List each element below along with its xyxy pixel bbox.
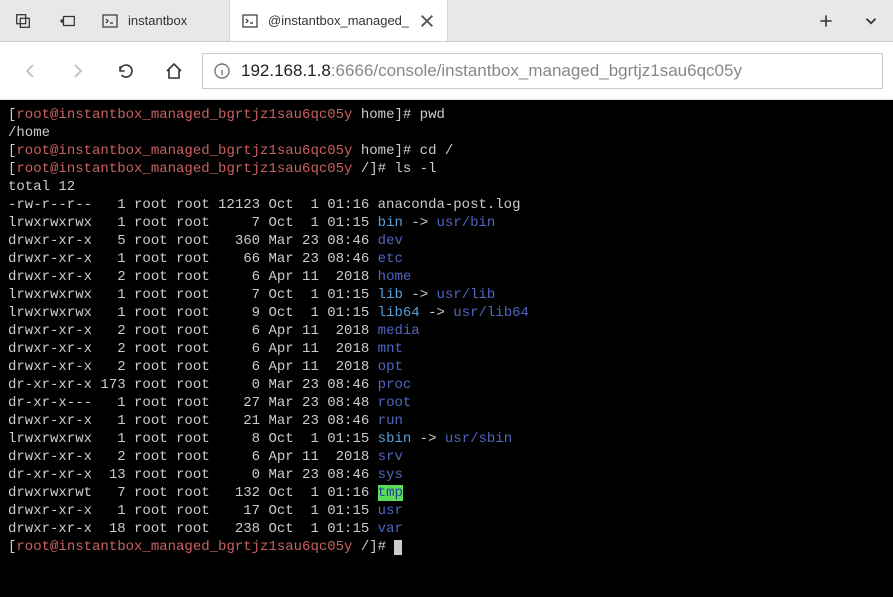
forward-button[interactable]	[58, 51, 98, 91]
new-tab-button[interactable]	[803, 0, 848, 41]
terminal[interactable]: [root@instantbox_managed_bgrtjz1sau6qc05…	[0, 100, 893, 597]
info-icon[interactable]	[213, 62, 231, 80]
tab-title: instantbox	[128, 13, 187, 28]
close-tab-button[interactable]	[419, 13, 435, 29]
tab-menu-button[interactable]	[848, 0, 893, 41]
tab-title: @instantbox_managed_	[268, 13, 409, 28]
cascade-windows-button[interactable]	[0, 0, 45, 41]
reload-button[interactable]	[106, 51, 146, 91]
previous-window-button[interactable]	[45, 0, 90, 41]
back-button[interactable]	[10, 51, 50, 91]
navbar: 192.168.1.8:6666/console/instantbox_mana…	[0, 42, 893, 100]
titlebar: instantbox @instantbox_managed_	[0, 0, 893, 42]
terminal-icon	[102, 13, 118, 29]
address-bar[interactable]: 192.168.1.8:6666/console/instantbox_mana…	[202, 53, 883, 89]
terminal-icon	[242, 13, 258, 29]
home-button[interactable]	[154, 51, 194, 91]
tab-instantbox-managed[interactable]: @instantbox_managed_	[230, 0, 448, 41]
url-text: 192.168.1.8:6666/console/instantbox_mana…	[241, 61, 742, 81]
tab-instantbox[interactable]: instantbox	[90, 0, 230, 41]
